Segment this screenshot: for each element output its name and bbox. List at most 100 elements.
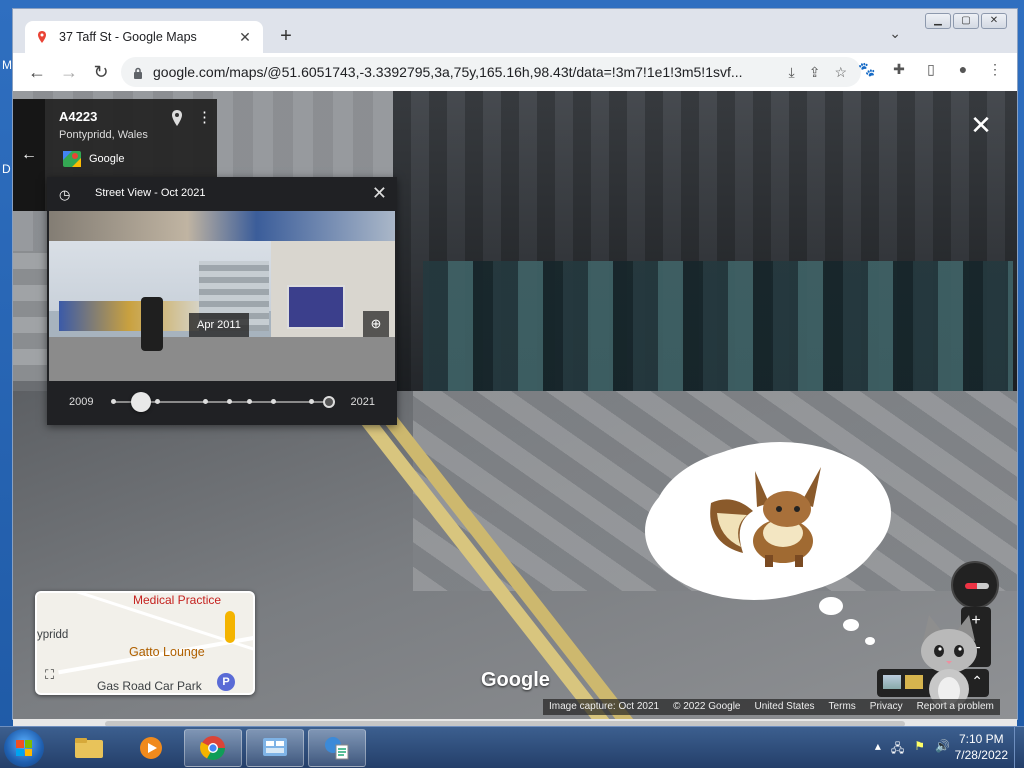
chrome-taskbar-icon[interactable] bbox=[184, 729, 242, 767]
google-watermark: Google bbox=[481, 669, 550, 691]
cat-sprite-icon bbox=[913, 611, 985, 711]
thought-bubble-dot bbox=[865, 637, 875, 645]
image-source-label: Google bbox=[89, 153, 125, 165]
back-arrow-icon[interactable]: ← bbox=[13, 99, 45, 211]
install-icon[interactable]: ⤓ bbox=[789, 64, 795, 81]
location-pin-icon[interactable] bbox=[171, 109, 183, 127]
system-tray: ▴ 🖧 ⚑ 🔊 bbox=[875, 739, 950, 760]
system-clock[interactable]: 7:10 PM 7/28/2022 bbox=[955, 731, 1008, 763]
reload-icon[interactable]: ↻ bbox=[85, 56, 117, 88]
timeline-knob[interactable] bbox=[131, 392, 152, 412]
compass-icon[interactable] bbox=[951, 561, 999, 609]
photo-traffic-light bbox=[141, 297, 163, 351]
close-time-machine-icon[interactable]: ✕ bbox=[372, 183, 387, 203]
action-center-flag-icon[interactable]: ⚑ bbox=[914, 739, 925, 760]
timeline-dot[interactable] bbox=[309, 399, 314, 404]
back-arrow-icon[interactable]: ← bbox=[21, 56, 53, 88]
side-panel-icon[interactable]: ▯ bbox=[921, 59, 941, 79]
bookmark-star-icon[interactable]: ☆ bbox=[834, 64, 847, 81]
photo-top-strip bbox=[49, 211, 395, 241]
clock-time: 7:10 PM bbox=[958, 732, 1004, 746]
thought-bubble-dot bbox=[843, 619, 859, 631]
selected-date-label: Apr 2011 bbox=[189, 313, 249, 337]
browser-window: 37 Taff St - Google Maps ✕ + ⌄ ▁ ▢ ✕ ← →… bbox=[12, 8, 1018, 729]
privacy-link[interactable]: Privacy bbox=[870, 701, 903, 713]
show-hidden-icons-icon[interactable]: ▴ bbox=[875, 739, 881, 760]
photo-thumbnail[interactable] bbox=[883, 675, 901, 689]
url-text[interactable]: google.com/maps/@51.6051743,-3.3392795,3… bbox=[153, 64, 789, 80]
forward-arrow-icon[interactable]: → bbox=[53, 56, 85, 88]
desktop-icon-fragment-m: M bbox=[2, 58, 12, 72]
tab-close-icon[interactable]: ✕ bbox=[237, 29, 253, 46]
window-controls: ▁ ▢ ✕ bbox=[925, 13, 1007, 29]
profile-avatar-icon[interactable]: ● bbox=[953, 59, 973, 79]
country-link[interactable]: United States bbox=[755, 701, 815, 713]
minimize-button[interactable]: ▁ bbox=[925, 13, 951, 29]
time-machine-panel: ◷ Street View - Oct 2021 ✕ Apr 2011 ⊕ 20… bbox=[47, 177, 397, 425]
report-problem-link[interactable]: Report a problem bbox=[917, 701, 994, 713]
address-title: A4223 bbox=[59, 109, 98, 124]
expand-map-icon[interactable]: ⛶ bbox=[45, 667, 63, 683]
start-button[interactable] bbox=[4, 729, 44, 767]
browser-toolbar: ← → ↻ google.com/maps/@51.6051743,-3.339… bbox=[13, 53, 1017, 91]
timeline-dot[interactable] bbox=[203, 399, 208, 404]
timeline-dot[interactable] bbox=[111, 399, 116, 404]
clock-date: 7/28/2022 bbox=[954, 748, 1008, 762]
time-machine-title: Street View - Oct 2021 bbox=[95, 187, 206, 199]
photo-billboard bbox=[287, 285, 345, 329]
street-view-footer: Image capture: Oct 2021 © 2022 Google Un… bbox=[543, 699, 1000, 715]
mini-map[interactable]: Medical Practice ypridd Gatto Lounge Gas… bbox=[35, 591, 255, 695]
close-street-view-icon[interactable]: ✕ bbox=[967, 111, 995, 139]
tab-strip: 37 Taff St - Google Maps ✕ + ⌄ ▁ ▢ ✕ bbox=[13, 9, 1017, 53]
lock-icon bbox=[133, 66, 143, 79]
google-maps-logo-icon bbox=[63, 151, 81, 167]
volume-icon[interactable]: 🔊 bbox=[935, 739, 950, 760]
timeline-slider[interactable]: 2009 2021 bbox=[47, 381, 397, 425]
zoom-in-icon[interactable]: ⊕ bbox=[363, 311, 389, 337]
timeline-dot[interactable] bbox=[155, 399, 160, 404]
desktop-icon-fragment-d: D bbox=[2, 162, 11, 176]
maximize-button[interactable]: ▢ bbox=[953, 13, 979, 29]
timeline-end-year: 2021 bbox=[350, 396, 375, 408]
extensions-puzzle-icon[interactable]: ✚ bbox=[889, 59, 909, 79]
map-label-medical-practice[interactable]: Medical Practice bbox=[133, 593, 221, 607]
pegman-icon[interactable] bbox=[225, 611, 235, 643]
photo-road bbox=[49, 337, 395, 381]
close-window-button[interactable]: ✕ bbox=[981, 13, 1007, 29]
tab-search-chevron-icon[interactable]: ⌄ bbox=[889, 25, 901, 42]
history-clock-icon[interactable]: ◷ bbox=[59, 187, 75, 203]
more-options-icon[interactable]: ⋮ bbox=[197, 109, 212, 127]
photo-shopfront bbox=[59, 301, 199, 331]
map-label-town: ypridd bbox=[37, 629, 69, 641]
image-capture-date: Image capture: Oct 2021 bbox=[549, 701, 660, 712]
new-tab-button[interactable]: + bbox=[275, 25, 297, 47]
street-view-storefront-glass bbox=[423, 261, 1013, 391]
control-panel-taskbar-icon[interactable] bbox=[246, 729, 304, 767]
paw-extension-icon[interactable]: 🐾 bbox=[857, 59, 877, 79]
timeline-dot[interactable] bbox=[271, 399, 276, 404]
timeline-dot[interactable] bbox=[227, 399, 232, 404]
address-bar[interactable]: google.com/maps/@51.6051743,-3.3392795,3… bbox=[121, 57, 861, 87]
map-label-car-park[interactable]: Gas Road Car Park bbox=[97, 679, 202, 693]
network-document-taskbar-icon[interactable] bbox=[308, 729, 366, 767]
file-explorer-taskbar-icon[interactable] bbox=[60, 729, 118, 767]
windows-logo-icon bbox=[16, 740, 32, 756]
compass-needle bbox=[965, 583, 989, 589]
street-view-viewport[interactable]: ✕ ← A4223 Pontypridd, Wales ⋮ Google ◷ S… bbox=[13, 91, 1017, 719]
timeline-dot[interactable] bbox=[247, 399, 252, 404]
timeline-current-marker[interactable] bbox=[323, 396, 335, 408]
historical-photo-preview[interactable]: Apr 2011 ⊕ bbox=[49, 211, 395, 381]
show-desktop-button[interactable] bbox=[1014, 727, 1024, 768]
thought-bubble-dot bbox=[819, 597, 843, 615]
tab-google-maps[interactable]: 37 Taff St - Google Maps ✕ bbox=[25, 21, 263, 53]
media-player-taskbar-icon[interactable] bbox=[122, 729, 180, 767]
map-label-gatto-lounge[interactable]: Gatto Lounge bbox=[129, 645, 205, 659]
eevee-sprite-icon bbox=[703, 463, 833, 573]
parking-icon[interactable]: P bbox=[217, 673, 235, 691]
google-maps-favicon-icon bbox=[35, 30, 49, 44]
browser-menu-icon[interactable]: ⋮ bbox=[985, 59, 1005, 79]
tab-title: 37 Taff St - Google Maps bbox=[59, 30, 197, 44]
share-icon[interactable]: ⇪ bbox=[809, 64, 821, 81]
terms-link[interactable]: Terms bbox=[829, 701, 856, 713]
network-icon[interactable]: 🖧 bbox=[891, 739, 904, 760]
